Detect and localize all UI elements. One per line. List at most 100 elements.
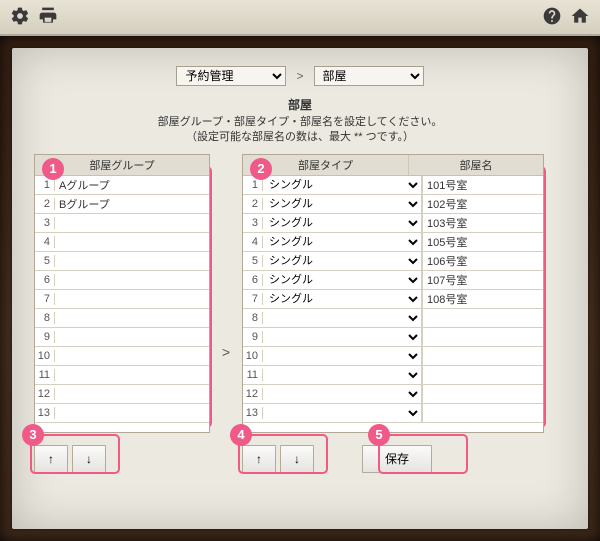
table-row[interactable]: 9	[243, 328, 543, 347]
table-row[interactable]: 7シングル108号室	[243, 290, 543, 309]
row-number: 5	[35, 255, 55, 267]
row-number: 1	[243, 179, 263, 191]
room-type-select[interactable]: シングル	[263, 233, 422, 251]
row-number: 12	[243, 388, 263, 400]
room-type-header: 部屋タイプ	[243, 155, 409, 175]
room-type-select[interactable]	[263, 347, 422, 365]
settings-icon[interactable]	[10, 6, 30, 29]
room-name-cell[interactable]: 102号室	[423, 196, 543, 212]
table-row[interactable]: 10	[243, 347, 543, 366]
row-number: 6	[243, 274, 263, 286]
row-number: 3	[35, 217, 55, 229]
row-number: 4	[35, 236, 55, 248]
table-row[interactable]: 9	[35, 328, 209, 347]
table-row[interactable]: 13	[243, 404, 543, 423]
table-row[interactable]: 3	[35, 214, 209, 233]
room-type-select[interactable]: シングル	[263, 290, 422, 308]
table-row[interactable]: 4シングル105号室	[243, 233, 543, 252]
row-number: 4	[243, 236, 263, 248]
row-number: 6	[35, 274, 55, 286]
row-number: 8	[35, 312, 55, 324]
room-group-body[interactable]: 1Aグループ2Bグループ345678910111213	[35, 176, 209, 432]
home-icon[interactable]	[570, 6, 590, 29]
row-number: 7	[35, 293, 55, 305]
table-row[interactable]: 5シングル106号室	[243, 252, 543, 271]
row-number: 2	[35, 198, 55, 210]
table-row[interactable]: 1シングル101号室	[243, 176, 543, 195]
row-number: 13	[35, 407, 55, 419]
table-row[interactable]: 12	[243, 385, 543, 404]
table-row[interactable]: 5	[35, 252, 209, 271]
room-group-cell[interactable]: Aグループ	[55, 177, 209, 193]
table-row[interactable]: 12	[35, 385, 209, 404]
row-number: 7	[243, 293, 263, 305]
topbar	[0, 0, 600, 36]
table-row[interactable]: 2シングル102号室	[243, 195, 543, 214]
row-number: 10	[243, 350, 263, 362]
table-row[interactable]: 6シングル107号室	[243, 271, 543, 290]
crumb-second-select[interactable]: 部屋	[314, 66, 424, 86]
table-row[interactable]: 1Aグループ	[35, 176, 209, 195]
room-name-header: 部屋名	[409, 155, 543, 175]
table-row[interactable]: 13	[35, 404, 209, 423]
row-number: 13	[243, 407, 263, 419]
room-type-select[interactable]	[263, 309, 422, 327]
room-type-select[interactable]: シングル	[263, 252, 422, 270]
room-type-select[interactable]	[263, 366, 422, 384]
room-type-select[interactable]: シングル	[263, 271, 422, 289]
table-row[interactable]: 7	[35, 290, 209, 309]
room-type-select[interactable]	[263, 328, 422, 346]
room-type-select[interactable]: シングル	[263, 176, 422, 194]
room-name-cell[interactable]: 103号室	[423, 215, 543, 231]
table-row[interactable]: 10	[35, 347, 209, 366]
room-name-cell[interactable]: 108号室	[423, 291, 543, 307]
group-move-up-button[interactable]: ↑	[34, 445, 68, 473]
room-name-cell[interactable]: 105号室	[423, 234, 543, 250]
row-number: 11	[35, 369, 55, 381]
table-row[interactable]: 11	[35, 366, 209, 385]
room-type-body[interactable]: 1シングル101号室2シングル102号室3シングル103号室4シングル105号室…	[243, 176, 543, 432]
table-row[interactable]: 11	[243, 366, 543, 385]
row-number: 3	[243, 217, 263, 229]
crumb-sep: >	[296, 69, 303, 83]
room-type-select[interactable]: シングル	[263, 195, 422, 213]
row-number: 8	[243, 312, 263, 324]
column-separator: >	[216, 154, 236, 430]
room-group-column: 1 部屋グループ 1Aグループ2Bグループ345678910111213 3 ↑…	[34, 154, 210, 473]
table-row[interactable]: 4	[35, 233, 209, 252]
row-number: 9	[243, 331, 263, 343]
room-move-down-button[interactable]: ↓	[280, 445, 314, 473]
group-move-down-button[interactable]: ↓	[72, 445, 106, 473]
table-row[interactable]: 2Bグループ	[35, 195, 209, 214]
room-type-select[interactable]	[263, 385, 422, 403]
frame: 予約管理 > 部屋 部屋 部屋グループ・部屋タイプ・部屋名を設定してください。 …	[0, 36, 600, 541]
crumb-first-select[interactable]: 予約管理	[176, 66, 286, 86]
room-move-up-button[interactable]: ↑	[242, 445, 276, 473]
row-number: 2	[243, 198, 263, 210]
breadcrumb: 予約管理 > 部屋	[34, 66, 566, 86]
room-name-cell[interactable]: 107号室	[423, 272, 543, 288]
room-group-header: 部屋グループ	[35, 155, 209, 175]
table-row[interactable]: 8	[243, 309, 543, 328]
row-number: 11	[243, 369, 263, 381]
row-number: 9	[35, 331, 55, 343]
workspace: 1 部屋グループ 1Aグループ2Bグループ345678910111213 3 ↑…	[34, 154, 566, 473]
table-row[interactable]: 3シングル103号室	[243, 214, 543, 233]
room-group-cell[interactable]: Bグループ	[55, 196, 209, 212]
panel: 予約管理 > 部屋 部屋 部屋グループ・部屋タイプ・部屋名を設定してください。 …	[12, 48, 588, 529]
room-type-select[interactable]	[263, 404, 422, 422]
room-name-cell[interactable]: 106号室	[423, 253, 543, 269]
page-title: 部屋	[34, 96, 566, 113]
row-number: 12	[35, 388, 55, 400]
save-button[interactable]: 保存	[362, 445, 432, 473]
row-number: 1	[35, 179, 55, 191]
table-row[interactable]: 8	[35, 309, 209, 328]
table-row[interactable]: 6	[35, 271, 209, 290]
print-icon[interactable]	[38, 6, 58, 29]
room-type-column: 2 部屋タイプ 部屋名 1シングル101号室2シングル102号室3シングル103…	[242, 154, 544, 473]
room-type-select[interactable]: シングル	[263, 214, 422, 232]
room-name-cell[interactable]: 101号室	[423, 177, 543, 193]
row-number: 10	[35, 350, 55, 362]
row-number: 5	[243, 255, 263, 267]
help-icon[interactable]	[542, 6, 562, 29]
